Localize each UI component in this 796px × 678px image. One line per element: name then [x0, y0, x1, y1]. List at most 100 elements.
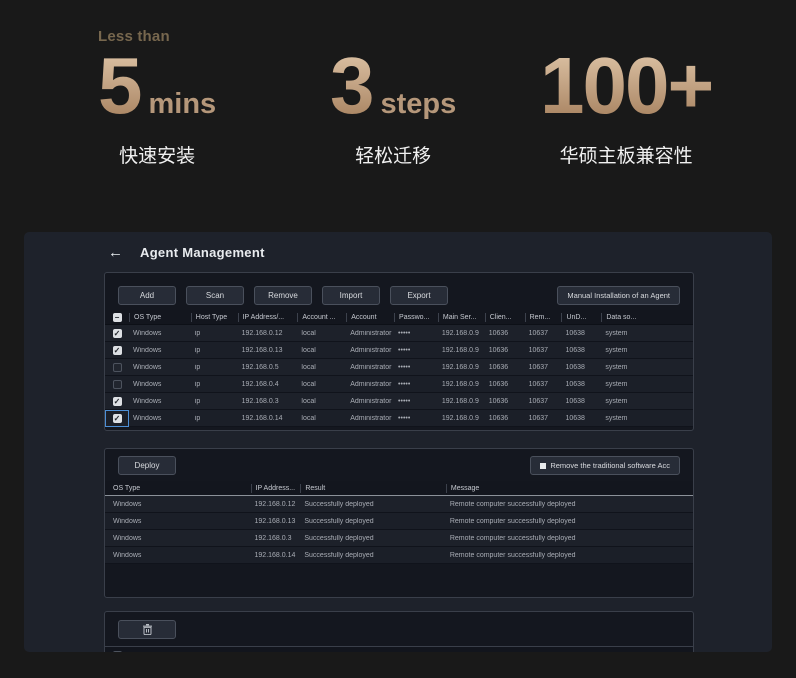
- table-row[interactable]: Windows 192.168.0.13 Successfully deploy…: [105, 513, 693, 530]
- table-row[interactable]: ✓ Windows ip 192.168.0.14 local Administ…: [105, 410, 693, 427]
- checkbox-unchecked-icon[interactable]: [112, 362, 122, 372]
- stat-caption: 轻松迁移: [355, 146, 432, 167]
- cell-data-source: system: [605, 346, 628, 354]
- stat-value: 3: [330, 41, 374, 130]
- cell-message: Remote computer successfully deployed: [449, 517, 576, 525]
- table-row[interactable]: Windows 192.168.0.3 Successfully deploye…: [105, 530, 693, 547]
- cell-account-type: local: [301, 329, 316, 337]
- table-row[interactable]: Windows 192.168.0.12 Successfully deploy…: [105, 496, 693, 513]
- row-checkbox-cell[interactable]: ✓: [105, 342, 129, 359]
- cell-ip: 192.168.0.14: [254, 551, 296, 559]
- delete-button[interactable]: [118, 620, 176, 639]
- cell-ip: 192.168.0.3: [241, 397, 279, 405]
- col-result: Result: [300, 483, 446, 493]
- row-checkbox-cell[interactable]: [105, 376, 129, 393]
- cell-main-server: 192.168.0.9: [441, 414, 479, 422]
- cell-data-source: system: [605, 414, 628, 422]
- cell-host-type: ip: [194, 397, 201, 405]
- cell-account-type: local: [301, 397, 316, 405]
- export-button[interactable]: Export: [390, 286, 448, 305]
- add-button[interactable]: Add: [118, 286, 176, 305]
- cell-password: •••••: [398, 397, 411, 405]
- checkbox-checked-icon[interactable]: ✓: [112, 396, 122, 406]
- trash-icon: [142, 624, 152, 635]
- row-checkbox-cell[interactable]: ✓: [105, 325, 129, 342]
- table-row[interactable]: ✓ Windows ip 192.168.0.3 local Administr…: [105, 393, 693, 410]
- table-row[interactable]: Windows 192.168.0.14 Successfully deploy…: [105, 547, 693, 564]
- cell-client: 10636: [488, 380, 509, 388]
- checkbox-checked-icon[interactable]: ✓: [112, 345, 122, 355]
- cell-ip: 192.168.0.13: [241, 346, 283, 354]
- col-ip-address: IP Address...: [250, 483, 301, 493]
- stat-number-row: 5 mins: [98, 43, 216, 129]
- select-all-cell[interactable]: −: [105, 310, 129, 325]
- remove-traditional-option[interactable]: Remove the traditional software Acc: [530, 456, 680, 475]
- checkbox-filled-icon: [540, 462, 547, 469]
- cell-und: 10638: [565, 346, 585, 354]
- row-checkbox-cell[interactable]: ✓: [105, 393, 129, 410]
- stat-unit: steps: [380, 88, 457, 120]
- checkbox-checked-icon[interactable]: ✓: [112, 413, 122, 423]
- cell-os-type: Windows: [133, 380, 162, 388]
- cell-result: Successfully deployed: [304, 517, 374, 525]
- cell-account-type: local: [301, 414, 316, 422]
- cell-os-type: Windows: [133, 397, 162, 405]
- cell-password: •••••: [398, 380, 411, 388]
- page: { "colors": { "page_bg": "#191919", "gol…: [0, 0, 796, 678]
- remove-traditional-label: Remove the traditional software Acc: [550, 461, 670, 470]
- cell-account-type: local: [301, 346, 316, 354]
- col-ip-address: IP Address/...: [237, 312, 298, 322]
- manual-installation-button[interactable]: Manual Installation of an Agent: [557, 286, 680, 305]
- remove-button[interactable]: Remove: [254, 286, 312, 305]
- select-all-checkbox[interactable]: −: [112, 312, 122, 322]
- table-row[interactable]: ✓ Windows ip 192.168.0.12 local Administ…: [105, 325, 693, 342]
- cell-os-type: Windows: [133, 414, 162, 422]
- cell-account: Administrator: [350, 329, 392, 337]
- agents-section: Add Scan Remove Import Export Manual Ins…: [104, 272, 694, 431]
- stat-number-row: 100+: [540, 43, 714, 129]
- stat-unit: mins: [148, 88, 217, 120]
- checkbox-unchecked-icon[interactable]: [113, 651, 122, 652]
- agent-management-panel: ← Agent Management Add Scan Remove Impor…: [24, 232, 772, 652]
- cell-ip: 192.168.0.14: [241, 414, 283, 422]
- cell-host-type: ip: [194, 346, 201, 354]
- cell-remote: 10637: [528, 363, 549, 371]
- row-checkbox-cell[interactable]: [105, 359, 129, 376]
- cell-os-type: Windows: [133, 329, 162, 337]
- stat-caption: 华硕主板兼容性: [559, 146, 693, 167]
- cell-und: 10638: [565, 414, 585, 422]
- cell-client: 10636: [488, 329, 509, 337]
- agents-toolbar: Add Scan Remove Import Export Manual Ins…: [118, 286, 680, 305]
- checkbox-unchecked-icon[interactable]: [112, 379, 122, 389]
- agent-table: − OS Type Host Type IP Address/... Accou…: [105, 310, 693, 427]
- cell-data-source: system: [605, 329, 628, 337]
- cell-ip: 192.168.0.13: [254, 517, 296, 525]
- cell-und: 10638: [565, 329, 585, 337]
- col-remote: Rem...: [524, 312, 562, 322]
- col-account-type: Account ...: [297, 312, 346, 322]
- deploy-table: OS Type IP Address... Result Message Win…: [105, 481, 693, 564]
- cell-password: •••••: [398, 414, 411, 422]
- checkbox-checked-icon[interactable]: ✓: [112, 328, 122, 338]
- table-row[interactable]: ✓ Windows ip 192.168.0.13 local Administ…: [105, 342, 693, 359]
- row-checkbox-cell-focused[interactable]: ✓: [105, 410, 129, 427]
- cell-os-type: Windows: [113, 551, 142, 559]
- cell-und: 10638: [565, 397, 585, 405]
- cell-message: Remote computer successfully deployed: [449, 551, 576, 559]
- scan-button[interactable]: Scan: [186, 286, 244, 305]
- deploy-button[interactable]: Deploy: [118, 456, 176, 475]
- cell-account: Administrator: [350, 380, 392, 388]
- table-row[interactable]: Windows ip 192.168.0.5 local Administrat…: [105, 359, 693, 376]
- back-arrow-icon[interactable]: ←: [108, 245, 123, 260]
- cell-os-type: Windows: [113, 534, 142, 542]
- cell-account: Administrator: [350, 363, 392, 371]
- import-button[interactable]: Import: [322, 286, 380, 305]
- cell-host-type: ip: [194, 380, 201, 388]
- cell-main-server: 192.168.0.9: [441, 363, 479, 371]
- cell-data-source: system: [605, 363, 628, 371]
- table-row[interactable]: Windows ip 192.168.0.4 local Administrat…: [105, 376, 693, 393]
- cell-os-type: Windows: [113, 517, 142, 525]
- cell-os-type: Windows: [113, 500, 142, 508]
- cell-os-type: Windows: [133, 363, 162, 371]
- cell-account-type: local: [301, 380, 316, 388]
